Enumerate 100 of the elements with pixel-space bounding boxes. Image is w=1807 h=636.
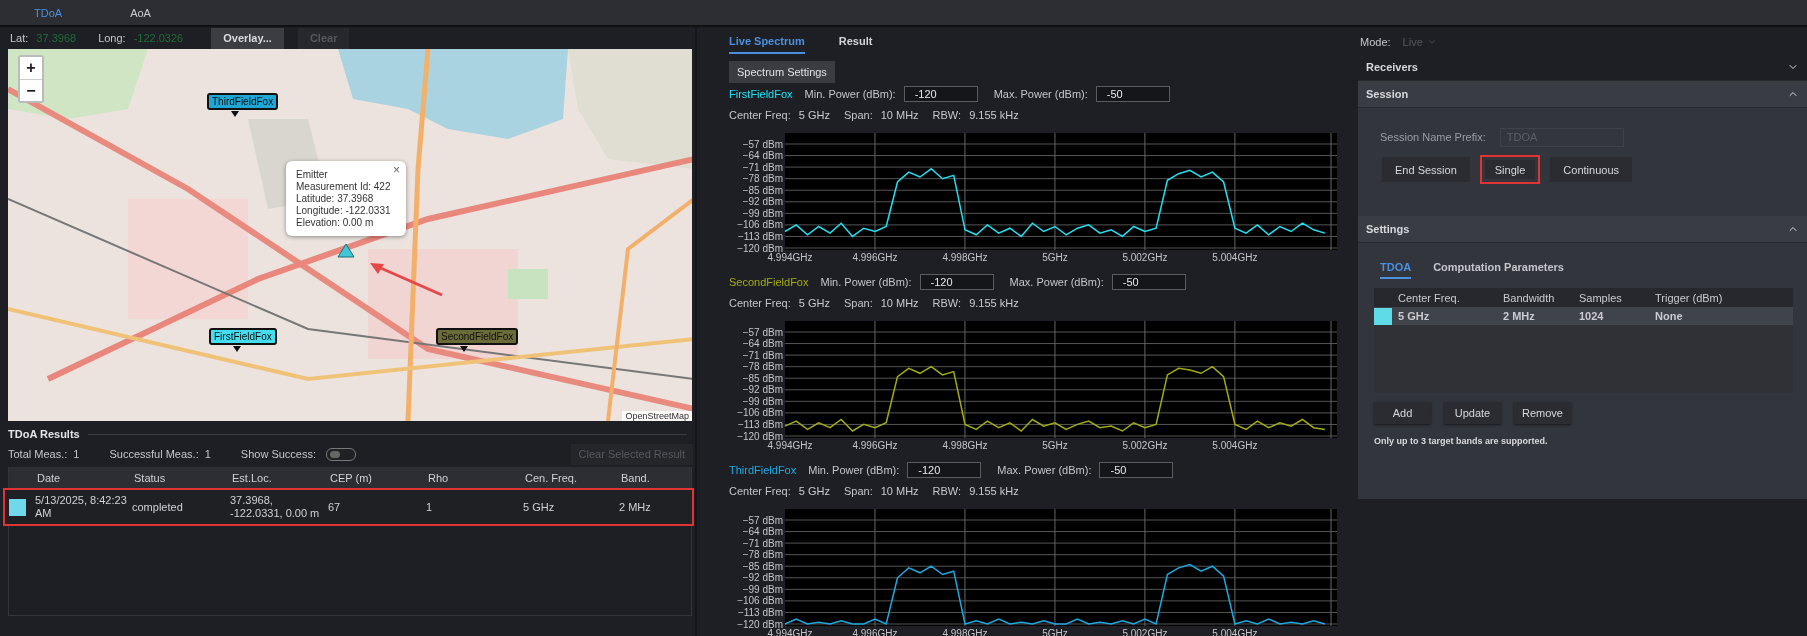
axis-label: −64 dBm (742, 526, 783, 538)
info-value: 9.155 kHz (969, 485, 1019, 497)
table-cell-text: completed (132, 500, 184, 514)
axis-label: −57 dBm (742, 514, 783, 526)
column-header: Bandwidth (1502, 291, 1556, 304)
table-cell-text: 5/13/2025, 8:42:23 AM (35, 494, 128, 520)
table-cell-text: 1 (426, 500, 434, 514)
min-power-field[interactable]: -120 (907, 462, 982, 478)
stat-value: 1 (204, 448, 211, 460)
max-power-field[interactable]: -50 (1095, 86, 1170, 102)
show-success-toggle[interactable] (326, 447, 357, 461)
max-power-field[interactable]: -50 (1111, 274, 1186, 290)
column-header: CEP (m) (330, 471, 373, 484)
settings-tab[interactable]: TDOA (1380, 261, 1412, 279)
column-header: Date (37, 471, 62, 484)
marker-label[interactable]: ThirdFieldFox (207, 93, 279, 110)
axis-label: −92 dBm (742, 572, 783, 584)
stat-label: Successful Meas.: (109, 448, 199, 460)
axis-label: −120 dBm (737, 618, 783, 630)
top-tab[interactable]: AoA (126, 6, 155, 19)
column-header: Est.Loc. (232, 471, 273, 484)
zoom-out-button[interactable]: − (20, 79, 42, 101)
info-value: 5 GHz (798, 485, 830, 497)
axis-label: −85 dBm (742, 372, 783, 384)
popup-text: Measurement Id: 422 (296, 181, 392, 192)
field-label: Max. Power (dBm): (1009, 276, 1104, 288)
axis-label: −78 dBm (742, 549, 783, 561)
info-label: RBW: (932, 109, 962, 121)
max-power-field[interactable]: -50 (1099, 462, 1174, 478)
axis-label: −78 dBm (742, 173, 783, 185)
axis-label: 5GHz (1042, 252, 1068, 263)
column-header: Center Freq. (1397, 291, 1461, 304)
axis-label: −85 dBm (742, 560, 783, 572)
axis-label: −85 dBm (742, 184, 783, 196)
axis-label: −71 dBm (742, 349, 783, 361)
axis-label: 4.994GHz (767, 252, 813, 263)
table-cell-text: 5 GHz (1397, 310, 1431, 322)
min-power-field[interactable]: -120 (919, 274, 994, 290)
session-button[interactable]: Continuous (1548, 155, 1634, 184)
axis-label: −71 dBm (742, 537, 783, 549)
axis-label: −106 dBm (737, 407, 783, 419)
settings-tab[interactable]: Computation Parameters (1433, 261, 1564, 279)
axis-label: 5.004GHz (1212, 252, 1258, 263)
toolbar-button[interactable]: Overlay... (211, 27, 284, 49)
session-button[interactable]: Single (1479, 155, 1541, 184)
section-header[interactable]: Settings (1358, 216, 1807, 243)
info-label: Span: (843, 297, 873, 309)
axis-label: 4.996GHz (852, 252, 898, 263)
axis-label: −99 dBm (742, 583, 783, 595)
spectrum-tab[interactable]: Live Spectrum (729, 35, 805, 54)
band-button[interactable]: Remove (1514, 402, 1571, 424)
top-tab[interactable]: TDoA (30, 6, 67, 19)
spectrum-settings-button[interactable]: Spectrum Settings (729, 61, 835, 83)
field-label: Min. Power (dBm): (808, 464, 900, 476)
band-row[interactable]: 5 GHz 2 MHz 1024 None (1374, 307, 1793, 325)
field-label: Max. Power (dBm): (997, 464, 1092, 476)
marker-label[interactable]: FirstFieldFox (209, 328, 277, 345)
axis-label: −99 dBm (742, 395, 783, 407)
section-title: Receivers (1366, 61, 1418, 73)
axis-label: −113 dBm (737, 418, 783, 430)
stat-label: Total Meas.: (8, 448, 68, 460)
triangle-icon[interactable] (337, 243, 355, 258)
min-power-field[interactable]: -120 (903, 86, 978, 102)
spectrum-tab[interactable]: Result (838, 35, 873, 54)
column-header: Samples (1578, 291, 1623, 304)
info-label: RBW: (932, 297, 962, 309)
column-header: Rho (428, 471, 450, 484)
table-cell-text: None (1654, 310, 1684, 322)
axis-label: −113 dBm (737, 606, 783, 618)
info-value: 9.155 kHz (969, 297, 1019, 309)
section-title: Session (1366, 88, 1409, 100)
lat-value: 37.3968 (36, 32, 77, 44)
section-title: TDoA Results (8, 428, 80, 440)
field-label: Min. Power (dBm): (820, 276, 912, 288)
info-value: 10 MHz (880, 109, 919, 121)
lat-label: Lat: (10, 32, 29, 44)
axis-label: −64 dBm (742, 150, 783, 162)
close-icon[interactable]: × (393, 163, 400, 177)
axis-label: −57 dBm (742, 138, 783, 150)
info-label: Center Freq: (729, 297, 791, 309)
field-label: Min. Power (dBm): (804, 88, 896, 100)
popup-text: Emitter (296, 169, 329, 180)
info-value: 9.155 kHz (969, 109, 1019, 121)
axis-label: 5.002GHz (1122, 252, 1168, 263)
band-button[interactable]: Update (1444, 402, 1501, 424)
column-header: Cen. Freq. (525, 471, 578, 484)
band-button[interactable]: Add (1374, 402, 1431, 424)
receiver-name: FirstFieldFox (729, 88, 793, 100)
toggle-label: Show Success: (240, 448, 317, 460)
section-header[interactable]: Session (1358, 81, 1807, 108)
axis-label: −99 dBm (742, 207, 783, 219)
info-value: 10 MHz (880, 485, 919, 497)
axis-label: −113 dBm (737, 230, 783, 242)
receiver-name: ThirdFieldFox (729, 464, 797, 476)
info-label: Center Freq: (729, 485, 791, 497)
axis-label: −92 dBm (742, 384, 783, 396)
table-cell-text: 67 (328, 500, 342, 514)
table-cell-text: 1024 (1578, 310, 1605, 322)
session-button[interactable]: End Session (1380, 155, 1472, 184)
info-value: 10 MHz (880, 297, 919, 309)
